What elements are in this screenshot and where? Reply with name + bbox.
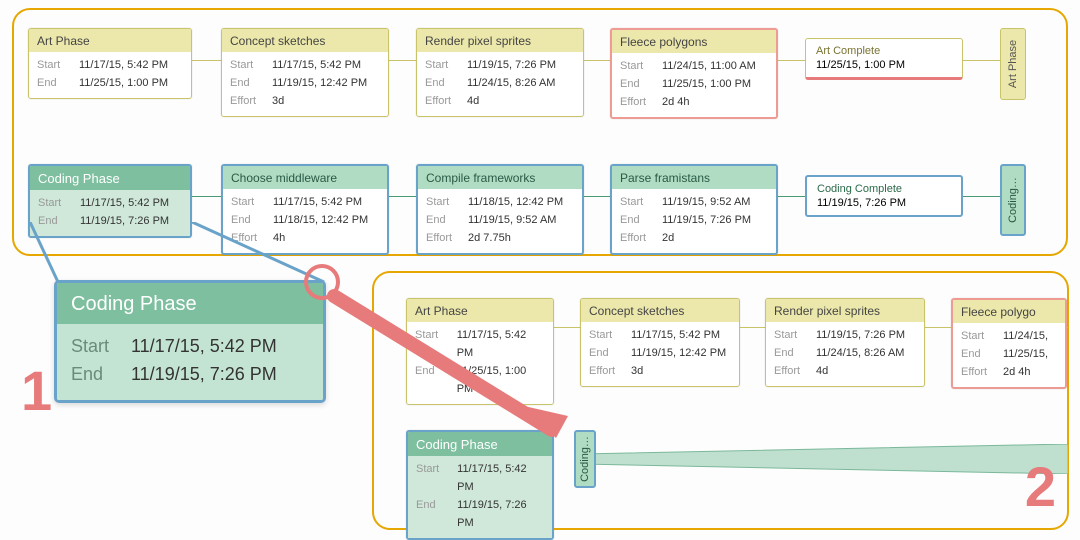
milestone-title: Art Complete: [816, 45, 952, 57]
milestone-art-complete-1[interactable]: Art Complete 11/25/15, 1:00 PM: [805, 38, 963, 80]
callout-coding-phase: Coding Phase Start 11/17/15, 5:42 PM End 1…: [54, 280, 326, 403]
callout-start-label: Start: [71, 332, 119, 360]
task-compile-frameworks-1[interactable]: Compile frameworks Start11/18/15, 12:42 …: [416, 164, 584, 255]
label-start: Start: [37, 56, 71, 74]
art-phase-card-1[interactable]: Art Phase Start 11/17/15, 5:42 PM End 11/2…: [28, 28, 192, 99]
callout-ring-icon: [304, 264, 340, 300]
task-choose-middleware-1[interactable]: Choose middleware Start11/17/15, 5:42 PM…: [221, 164, 389, 255]
callout-start: 11/17/15, 5:42 PM: [131, 332, 277, 360]
card-title: Concept sketches: [222, 29, 388, 52]
endcap-art-phase-1[interactable]: Art Phase: [1000, 28, 1026, 100]
card-title: Art Phase: [29, 29, 191, 52]
card-title: Compile frameworks: [418, 166, 582, 189]
task-fleece-polygons-2[interactable]: Fleece polygo Start11/24/15, End11/25/15…: [951, 298, 1067, 389]
callout-end-label: End: [71, 360, 119, 388]
card-title: Art Phase: [407, 299, 553, 322]
milestone-title: Coding Complete: [817, 183, 951, 195]
panel-2-number: 2: [1025, 454, 1056, 519]
endcap-coding-2[interactable]: Coding…: [574, 430, 596, 488]
task-render-pixel-sprites-2[interactable]: Render pixel sprites Start11/19/15, 7:26…: [765, 298, 925, 387]
value-end: 11/25/15, 1:00 PM: [79, 74, 168, 92]
endcap-label: Art Phase: [1007, 40, 1019, 88]
callout-end: 11/19/15, 7:26 PM: [131, 360, 277, 388]
milestone-date: 11/25/15, 1:00 PM: [816, 59, 952, 71]
card-title: Choose middleware: [223, 166, 387, 189]
task-render-pixel-sprites-1[interactable]: Render pixel sprites Start11/19/15, 7:26…: [416, 28, 584, 117]
coding-phase-card-2[interactable]: Coding Phase Start11/17/15, 5:42 PM End1…: [406, 430, 554, 540]
label-end: End: [37, 74, 71, 92]
card-title: Render pixel sprites: [417, 29, 583, 52]
endcap-label: Coding…: [579, 436, 591, 482]
task-parse-framistans-1[interactable]: Parse framistans Start11/19/15, 9:52 AM …: [610, 164, 778, 255]
endcap-label: Coding…: [1007, 177, 1019, 223]
task-concept-sketches-2[interactable]: Concept sketches Start11/17/15, 5:42 PM …: [580, 298, 740, 387]
callout-title: Coding Phase: [57, 283, 323, 324]
card-title: Fleece polygons: [612, 30, 776, 53]
card-title: Parse framistans: [612, 166, 776, 189]
art-phase-card-2[interactable]: Art Phase Start11/17/15, 5:42 PM End11/2…: [406, 298, 554, 405]
task-concept-sketches-1[interactable]: Concept sketches Start11/17/15, 5:42 PM …: [221, 28, 389, 117]
milestone-coding-complete-1[interactable]: Coding Complete 11/19/15, 7:26 PM: [805, 175, 963, 217]
panel-1-number: 1: [21, 358, 52, 423]
endcap-coding-1[interactable]: Coding…: [1000, 164, 1026, 236]
milestone-date: 11/19/15, 7:26 PM: [817, 197, 951, 209]
task-fleece-polygons-1[interactable]: Fleece polygons Start11/24/15, 11:00 AM …: [610, 28, 778, 119]
value-start: 11/17/15, 5:42 PM: [79, 56, 168, 74]
coding-phase-card-1[interactable]: Coding Phase Start11/17/15, 5:42 PM End1…: [28, 164, 192, 238]
card-title: Coding Phase: [30, 166, 190, 190]
